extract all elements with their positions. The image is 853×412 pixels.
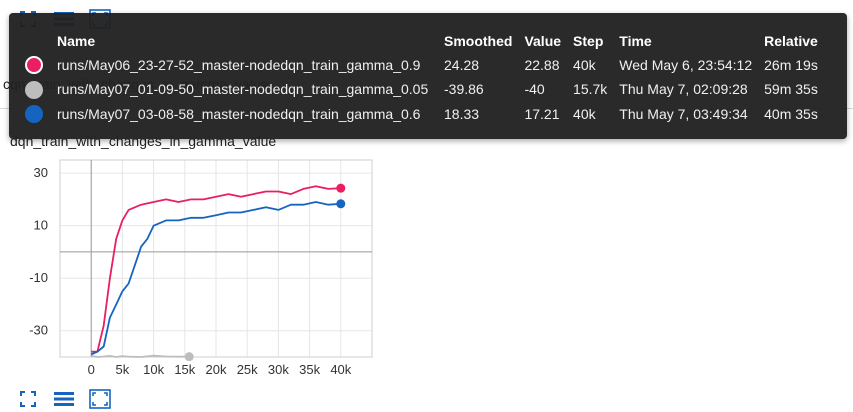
x-tick-label: 5k bbox=[116, 362, 130, 377]
row-step: 40k bbox=[573, 57, 596, 74]
x-tick-label: 0 bbox=[88, 362, 95, 377]
fullscreen-icon[interactable] bbox=[16, 388, 40, 410]
row-value: 22.88 bbox=[524, 57, 560, 74]
x-tick-label: 40k bbox=[330, 362, 351, 377]
row-name: runs/May07_01-09-50_master-nodedqn_train… bbox=[57, 81, 429, 98]
row-relative: 40m 35s bbox=[764, 105, 818, 122]
row-relative: 26m 19s bbox=[764, 57, 818, 74]
chart-toolbar-bottom bbox=[16, 388, 112, 410]
tooltip-row: runs/May07_03-08-58_master-nodedqn_train… bbox=[9, 102, 824, 126]
row-value: 17.21 bbox=[524, 105, 560, 122]
row-name: runs/May07_03-08-58_master-nodedqn_train… bbox=[57, 105, 421, 122]
row-value: -40 bbox=[524, 81, 545, 98]
row-time: Thu May 7, 03:49:34 bbox=[619, 105, 748, 122]
toggle-data-list-icon[interactable] bbox=[52, 388, 76, 410]
row-smoothed: 24.28 bbox=[444, 57, 480, 74]
row-name: runs/May06_23-27-52_master-nodedqn_train… bbox=[57, 57, 421, 74]
header-relative: Relative bbox=[764, 33, 818, 49]
x-tick-label: 15k bbox=[174, 362, 195, 377]
row-step: 40k bbox=[573, 105, 596, 122]
series-color-dot bbox=[25, 104, 43, 123]
row-smoothed: -39.86 bbox=[444, 81, 484, 98]
row-time: Thu May 7, 02:09:28 bbox=[619, 81, 748, 98]
tooltip-header-row: Name Smoothed Value Step Time Relative bbox=[9, 31, 824, 53]
x-tick-label: 10k bbox=[143, 362, 164, 377]
line-chart[interactable]: 0 5k 10k 15k 20k 25k 30k 35k 40k -30 -10 10 30 bbox=[0, 150, 400, 388]
tooltip-row: runs/May07_01-09-50_master-nodedqn_train… bbox=[9, 77, 824, 101]
series-end-point-0 bbox=[336, 183, 346, 193]
row-time: Wed May 6, 23:54:12 bbox=[619, 57, 753, 74]
series-end-point-1 bbox=[184, 352, 194, 362]
header-swatch bbox=[9, 31, 51, 53]
header-step: Step bbox=[573, 33, 604, 49]
row-smoothed: 18.33 bbox=[444, 105, 480, 122]
x-tick-label: 20k bbox=[206, 362, 227, 377]
y-tick-label: -10 bbox=[29, 270, 48, 285]
tooltip-row: runs/May06_23-27-52_master-nodedqn_train… bbox=[9, 53, 824, 77]
data-tooltip: Name Smoothed Value Step Time Relative r… bbox=[9, 13, 847, 139]
tooltip-table: Name Smoothed Value Step Time Relative r… bbox=[9, 31, 824, 126]
y-tick-label: 30 bbox=[34, 165, 48, 180]
x-tick-label: 25k bbox=[237, 362, 258, 377]
series-end-point-2 bbox=[336, 199, 346, 209]
header-value: Value bbox=[524, 33, 562, 49]
y-tick-label: -30 bbox=[29, 323, 48, 338]
series-line-1 bbox=[91, 354, 190, 358]
header-smoothed: Smoothed bbox=[444, 33, 513, 49]
x-tick-label: 30k bbox=[268, 362, 289, 377]
header-name: Name bbox=[57, 33, 96, 49]
series-color-dot bbox=[25, 56, 43, 75]
y-tick-label: 10 bbox=[34, 218, 48, 233]
x-tick-label: 35k bbox=[299, 362, 320, 377]
row-step: 15.7k bbox=[573, 81, 608, 98]
header-time: Time bbox=[619, 33, 652, 49]
fit-domain-icon[interactable] bbox=[88, 388, 112, 410]
row-relative: 59m 35s bbox=[764, 81, 818, 98]
series-color-dot bbox=[25, 80, 43, 99]
